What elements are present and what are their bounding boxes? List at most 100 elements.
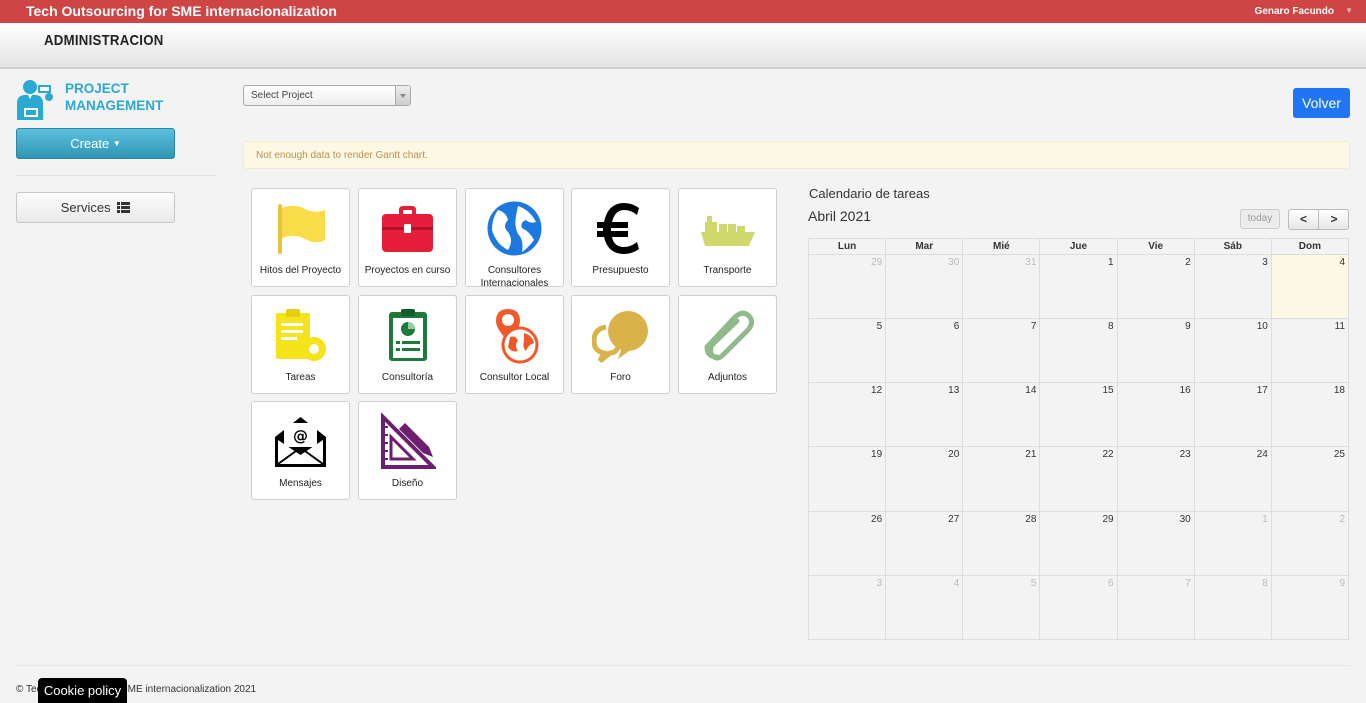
- calendar-day[interactable]: 12: [807, 382, 887, 448]
- calendar-day[interactable]: 25: [1270, 446, 1350, 512]
- calendar-day[interactable]: 3: [1193, 253, 1272, 320]
- calendar-day[interactable]: 8: [1193, 574, 1272, 641]
- svg-text:@: @: [293, 427, 308, 445]
- tile-transporte[interactable]: Transporte: [678, 188, 777, 287]
- tile-consultor-local[interactable]: Consultor Local: [465, 295, 564, 394]
- weekday-header: Vie: [1116, 238, 1195, 255]
- calendar-week-row: 3456789: [807, 574, 1350, 641]
- calendar-week-row: 19 20 21 22 23 24 25: [807, 446, 1350, 512]
- tile-label: Consultor Local: [479, 372, 550, 383]
- euro-icon: [597, 203, 639, 254]
- calendar-day[interactable]: 10: [1193, 318, 1272, 384]
- calendar-day[interactable]: 9: [1270, 574, 1350, 641]
- calendar-day[interactable]: 7: [962, 318, 1041, 384]
- ship-icon: [701, 216, 755, 246]
- local-map-pin-icon: [496, 309, 539, 364]
- calendar-nav: < >: [1288, 209, 1349, 230]
- calendar-day[interactable]: 17: [1193, 382, 1272, 448]
- tile-consultores-internacionales[interactable]: Consultores Internacionales: [465, 188, 564, 289]
- volver-button[interactable]: Volver: [1293, 88, 1350, 118]
- tile-label: Tareas: [285, 372, 316, 383]
- user-menu[interactable]: Genaro Facundo: [1255, 6, 1334, 17]
- tile-consultoria[interactable]: Consultoría: [358, 295, 457, 394]
- admin-title[interactable]: ADMINISTRACION: [44, 32, 164, 49]
- tile-label: Diseño: [391, 478, 424, 489]
- sidebar-divider: [16, 175, 216, 176]
- calendar-day[interactable]: 5: [807, 318, 887, 384]
- calendar-day[interactable]: 13: [885, 382, 964, 448]
- calendar-day[interactable]: 9: [1116, 318, 1195, 384]
- tile-label: Consultoría: [381, 372, 434, 383]
- calendar-day[interactable]: 2: [1116, 253, 1195, 320]
- calendar-day[interactable]: 29: [807, 253, 887, 320]
- calendar-title: Calendario de tareas: [809, 186, 930, 201]
- today-button[interactable]: today: [1240, 209, 1280, 229]
- calendar-day[interactable]: 29: [1039, 510, 1118, 576]
- tile-label: Adjuntos: [708, 372, 747, 383]
- logo-line-2: MANAGEMENT: [65, 98, 164, 113]
- tile-label: Hitos del Proyecto: [259, 265, 342, 276]
- calendar-day[interactable]: 31: [962, 253, 1041, 320]
- calendar-day[interactable]: 6: [885, 318, 964, 384]
- report-clipboard-icon: [389, 309, 427, 361]
- weekday-header-row: Lun Mar Mié Jue Vie Sáb Dom: [807, 238, 1350, 255]
- project-manager-icon: [17, 80, 53, 120]
- prev-month-button[interactable]: <: [1289, 210, 1319, 229]
- calendar-day[interactable]: 11: [1270, 318, 1350, 384]
- calendar-day[interactable]: 15: [1039, 382, 1118, 448]
- calendar-day[interactable]: 28: [962, 510, 1041, 576]
- calendar-day[interactable]: 6: [1039, 574, 1118, 641]
- calendar-day[interactable]: 2: [1270, 510, 1350, 576]
- project-select[interactable]: Select Project: [243, 85, 411, 106]
- calendar-day-today[interactable]: 4: [1270, 253, 1350, 320]
- tile-label: Presupuesto: [592, 265, 649, 276]
- services-label: Services: [60, 200, 111, 215]
- calendar-day[interactable]: 22: [1039, 446, 1118, 512]
- list-icon: [117, 202, 131, 213]
- weekday-header: Lun: [807, 238, 887, 255]
- select-arrow-icon[interactable]: [395, 86, 410, 105]
- tile-adjuntos[interactable]: Adjuntos: [678, 295, 777, 394]
- calendar-week-row: 29 30 31 1 2 3 4: [807, 253, 1350, 320]
- calendar-day[interactable]: 4: [885, 574, 964, 641]
- weekday-header: Mié: [962, 238, 1041, 255]
- calendar-day[interactable]: 14: [962, 382, 1041, 448]
- tile-mensajes[interactable]: @ Mensajes: [251, 401, 350, 500]
- calendar-day[interactable]: 1: [1039, 253, 1118, 320]
- tile-hitos-del-proyecto[interactable]: Hitos del Proyecto: [251, 188, 350, 287]
- calendar-day[interactable]: 30: [1116, 510, 1195, 576]
- tile-proyectos-en-curso[interactable]: Proyectos en curso: [358, 188, 457, 287]
- weekday-header: Mar: [885, 238, 964, 255]
- logo-text: PROJECT MANAGEMENT: [65, 80, 163, 114]
- tile-tareas[interactable]: Tareas: [251, 295, 350, 394]
- calendar-day[interactable]: 1: [1193, 510, 1272, 576]
- calendar-week-row: 26 27 28 29 30 1 2: [807, 510, 1350, 576]
- calendar-day[interactable]: 20: [885, 446, 964, 512]
- calendar-month: Abril 2021: [808, 208, 872, 224]
- tile-presupuesto[interactable]: Presupuesto: [571, 188, 670, 287]
- calendar-day[interactable]: 18: [1270, 382, 1350, 448]
- calendar-day[interactable]: 7: [1116, 574, 1195, 641]
- calendar-day[interactable]: 26: [807, 510, 887, 576]
- caret-down-icon: ▼: [112, 139, 121, 148]
- brand-link[interactable]: Tech Outsourcing for SME internacionaliz…: [26, 3, 337, 19]
- next-month-button[interactable]: >: [1319, 210, 1349, 229]
- weekday-header: Dom: [1270, 238, 1350, 255]
- calendar-day[interactable]: 24: [1193, 446, 1272, 512]
- calendar-day[interactable]: 5: [962, 574, 1041, 641]
- calendar-day[interactable]: 19: [807, 446, 887, 512]
- calendar-day[interactable]: 3: [807, 574, 887, 641]
- calendar-day[interactable]: 8: [1039, 318, 1118, 384]
- tile-foro[interactable]: Foro: [571, 295, 670, 394]
- calendar-day[interactable]: 23: [1116, 446, 1195, 512]
- calendar-day[interactable]: 30: [885, 253, 964, 320]
- user-menu-caret-icon[interactable]: ▼: [1345, 6, 1353, 15]
- create-dropdown-button[interactable]: Create ▼: [16, 128, 175, 159]
- services-button[interactable]: Services: [16, 192, 175, 223]
- calendar-day[interactable]: 27: [885, 510, 964, 576]
- cookie-policy-button[interactable]: Cookie policy: [38, 678, 127, 703]
- calendar-day[interactable]: 21: [962, 446, 1041, 512]
- calendar-day[interactable]: 16: [1116, 382, 1195, 448]
- tile-diseno[interactable]: Diseño: [358, 401, 457, 500]
- create-label: Create: [70, 136, 110, 151]
